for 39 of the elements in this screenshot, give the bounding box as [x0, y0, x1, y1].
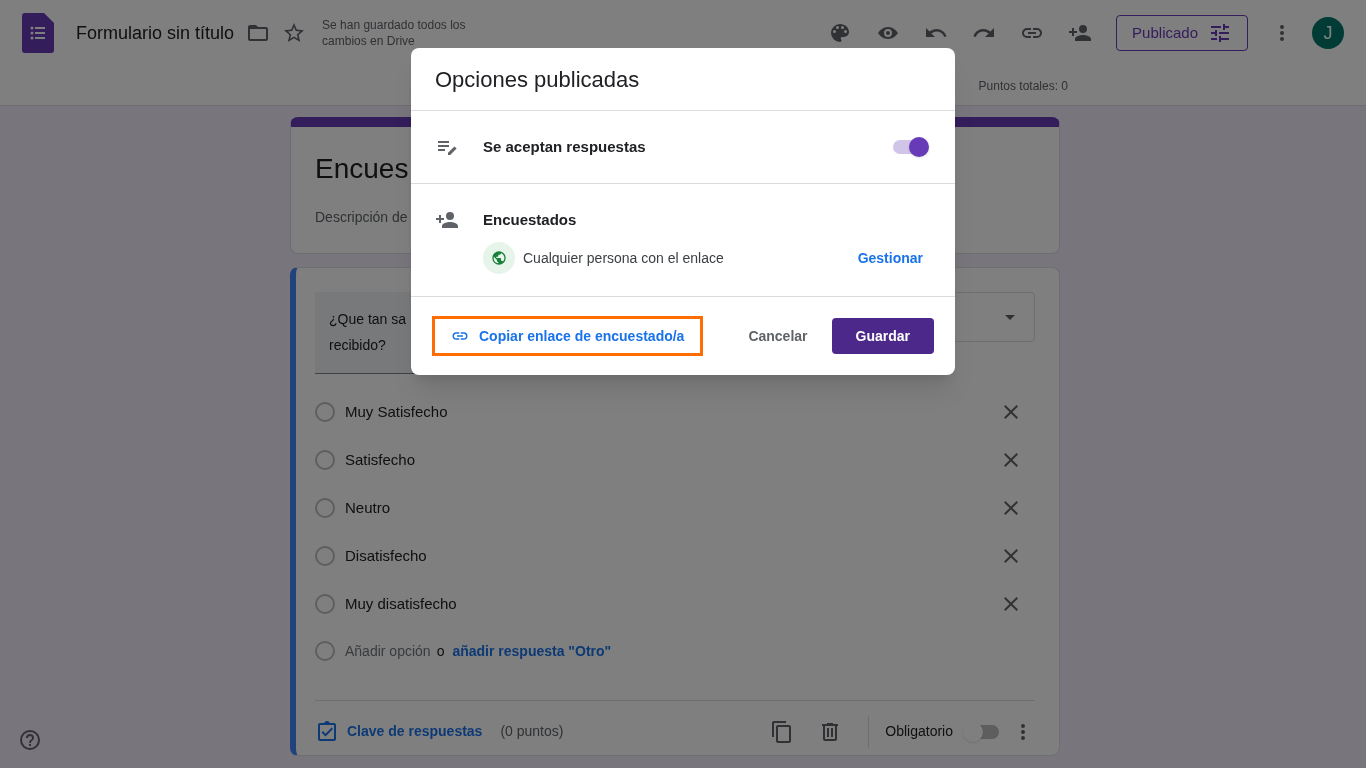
form-heading[interactable]: Encues	[315, 149, 409, 189]
required-switch[interactable]	[965, 724, 999, 739]
cancel-button[interactable]: Cancelar	[736, 318, 820, 354]
option-label: Muy disatisfecho	[345, 593, 458, 614]
accepting-switch[interactable]	[893, 140, 927, 154]
published-button[interactable]: Publicado	[1116, 15, 1248, 51]
or-text: o	[436, 641, 445, 661]
radio-button[interactable]	[315, 450, 335, 470]
add-other-link[interactable]: añadir respuesta "Otro"	[452, 640, 612, 662]
globe-glyph-icon	[491, 250, 507, 266]
manage-link[interactable]: Gestionar	[857, 247, 923, 269]
total-points: Puntos totales: 0	[978, 77, 1068, 95]
user-avatar[interactable]: J	[1312, 17, 1344, 49]
dialog-title: Opciones publicadas	[435, 65, 640, 94]
save-status: Se han guardado todos los cambios en Drive	[322, 17, 467, 49]
copy-link-button[interactable]: Copiar enlace de encuestado/a	[432, 316, 704, 356]
add-option-field[interactable]: Añadir opción	[345, 640, 431, 662]
help-icon[interactable]	[18, 728, 42, 752]
caret-icon	[1005, 314, 1015, 320]
required-label: Obligatorio	[885, 722, 953, 741]
access-text: Cualquier persona con el enlace	[523, 248, 725, 268]
radio-button[interactable]	[315, 402, 335, 422]
option-label: Satisfecho	[345, 449, 417, 470]
option-label: Muy Satisfecho	[345, 401, 449, 422]
respondents-label: Encuestados	[483, 209, 577, 230]
radio-button[interactable]	[315, 498, 335, 518]
sliders-icon	[1208, 21, 1232, 45]
clipboard-check-icon[interactable]	[315, 719, 339, 744]
form-title[interactable]: Formulario sin título	[76, 19, 235, 47]
forms-logo-icon[interactable]	[22, 13, 54, 53]
star-icon[interactable]	[282, 21, 307, 45]
points-text: (0 puntos)	[500, 722, 564, 741]
accepting-label: Se aceptan respuestas	[483, 136, 647, 157]
save-button[interactable]: Guardar	[831, 318, 934, 354]
radio-button[interactable]	[315, 546, 335, 566]
answer-key-link[interactable]: Clave de respuestas	[347, 721, 483, 742]
radio-button[interactable]	[315, 594, 335, 614]
option-label: Disatisfecho	[345, 545, 428, 566]
option-label: Neutro	[345, 497, 392, 518]
